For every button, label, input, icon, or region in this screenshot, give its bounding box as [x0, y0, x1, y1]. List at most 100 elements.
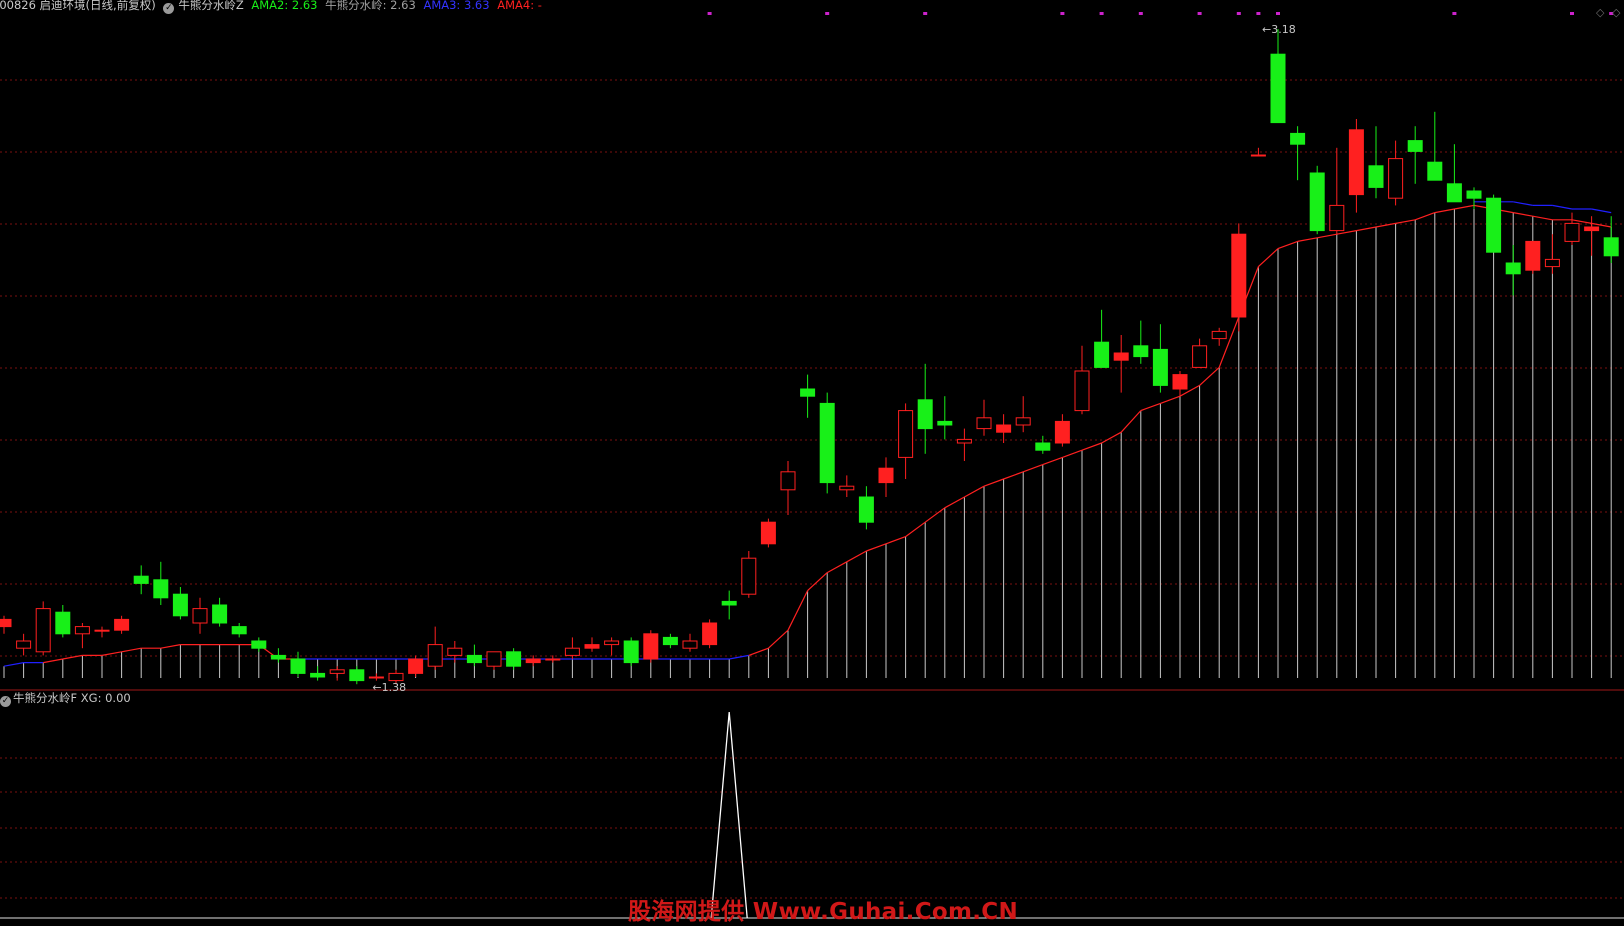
candle-body [55, 611, 71, 635]
ama3-line-seg [1513, 201, 1533, 206]
signal-marker [707, 12, 712, 15]
divide-line-seg [767, 629, 789, 649]
signal-marker [1197, 12, 1202, 15]
candle-body [388, 672, 404, 682]
check-icon[interactable]: ✓ [163, 3, 175, 14]
candle-body [506, 651, 522, 667]
signal-marker [1236, 12, 1241, 15]
candle-body [133, 575, 149, 584]
divide-line-seg [1336, 230, 1357, 235]
stock-chart[interactable]: ◇ ◇ ←1.38←3.18 [0, 0, 1624, 924]
candle-body [1544, 258, 1560, 268]
candle-body [368, 676, 384, 679]
candle-body [760, 521, 776, 545]
divide-line-seg [944, 496, 965, 509]
signal-marker [923, 12, 928, 15]
candle-body [1152, 348, 1168, 386]
candle-body [1211, 330, 1227, 340]
candle-body [114, 618, 130, 631]
signal-marker [1452, 12, 1457, 15]
divide-line-seg [1199, 366, 1220, 386]
candle-body [153, 579, 169, 599]
candle-body [212, 604, 228, 624]
candle-body [16, 640, 32, 649]
watermark: 股海网提供 Www.Guhai.Com.CN [628, 899, 1019, 925]
divide-line-seg [1395, 219, 1416, 224]
divide-line-seg [846, 550, 867, 563]
divide-line-seg [1160, 395, 1181, 404]
signal-marker [1256, 12, 1261, 15]
divide-line-seg [1317, 233, 1337, 239]
candle-body [1584, 226, 1600, 232]
stock-title: 000826 启迪环境(日线,前复权) [0, 0, 156, 12]
chart-header: 000826 启迪环境(日线,前复权) ✓ 牛熊分水岭Z AMA2: 2.63 牛… [0, 0, 546, 14]
top-markers: ◇ ◇ [707, 6, 1621, 19]
divide-line-seg [905, 521, 926, 538]
signal-marker [1138, 12, 1143, 15]
divide-line-seg [43, 658, 63, 664]
sub-indicator-name: 牛熊分水岭F [13, 691, 78, 705]
candle-body [956, 438, 972, 444]
ama3-line-seg [1591, 208, 1612, 214]
candle-body [447, 647, 463, 656]
divide-line-seg [826, 561, 848, 574]
signal-marker [1060, 12, 1065, 15]
divide-line-seg [3, 662, 24, 667]
candle-body [604, 640, 620, 646]
candle-body [74, 626, 90, 635]
ama4-value: AMA4: - [497, 0, 542, 12]
divide-line-seg [1297, 237, 1318, 242]
check-icon[interactable]: ✓ [0, 696, 11, 707]
divide-line-seg [1120, 410, 1142, 433]
divide-line-seg [1218, 316, 1240, 368]
candle-body [643, 633, 659, 660]
candles [0, 29, 1619, 685]
divide-line-seg [1081, 442, 1102, 451]
divide-line-seg [101, 651, 122, 656]
divide-line-seg [983, 478, 1004, 487]
candle-body [564, 647, 580, 656]
candle-body [251, 640, 267, 649]
candle-body [584, 644, 600, 649]
candle-body [231, 626, 247, 635]
divide-line-seg [1454, 204, 1475, 210]
candle-body [94, 629, 110, 632]
ama2-value: AMA2: 2.63 [251, 0, 318, 12]
candle-body [1113, 352, 1129, 361]
candle-body [858, 496, 874, 523]
main-indicator-name: 牛熊分水岭Z [178, 0, 244, 12]
candle-body [290, 658, 306, 674]
candle-body [192, 608, 208, 624]
candle-body [349, 669, 365, 682]
divide-line-seg [748, 647, 769, 656]
divide-line-seg [1022, 464, 1044, 473]
candle-body [937, 420, 953, 426]
divide-line-seg [1513, 212, 1533, 217]
candle-body [408, 658, 424, 674]
candle-body [1466, 190, 1482, 199]
indicator-columns [3, 205, 1612, 678]
divide-line-seg [1532, 215, 1553, 221]
candle-body [1427, 161, 1443, 181]
candle-body [1094, 341, 1110, 368]
divide-line-seg [1257, 248, 1279, 268]
candle-body [270, 654, 286, 660]
candle-body [1172, 374, 1188, 390]
candle-body [1290, 132, 1306, 145]
candle-body [35, 608, 51, 653]
signal-marker [825, 12, 830, 15]
divide-line-seg [121, 647, 142, 653]
candle-body [466, 654, 482, 664]
candle-body [1388, 158, 1404, 199]
ama3-value: AMA3: 3.63 [423, 0, 490, 12]
candle-body [172, 593, 188, 617]
candle-body [682, 640, 698, 649]
candle-body [702, 622, 718, 646]
xg-value: XG: 0.00 [80, 691, 131, 705]
candle-body [1015, 417, 1031, 426]
xg-spike [710, 711, 748, 919]
candle-body [310, 672, 326, 678]
diamond-icon: ◇ [1596, 6, 1605, 19]
divide-line-seg [924, 507, 946, 523]
candle-body [1270, 53, 1286, 124]
